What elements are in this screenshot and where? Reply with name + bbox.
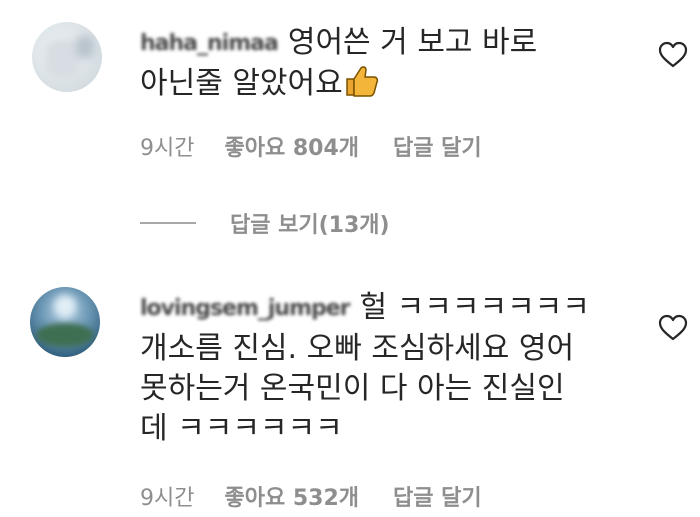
view-replies-label: 답글 보기(13개) (230, 213, 390, 238)
comment-line: 아닌줄 알았어요 (140, 66, 343, 101)
reply-button[interactable]: 답글 달기 (393, 130, 482, 162)
comment-time: 9시간 (140, 136, 195, 161)
heart-icon[interactable] (658, 41, 688, 69)
likes-count[interactable]: 좋아요 804개 (224, 130, 359, 162)
comment-line: 영어쓴 거 보고 바로 (287, 25, 538, 60)
comment-text: lovingsem_jumper 헐 ㅋㅋㅋㅋㅋㅋㅋ 개소름 진심. 오빠 조심하… (140, 288, 640, 449)
comment-meta: 9시간 좋아요 532개 답글 달기 (140, 480, 482, 512)
divider-line (140, 222, 196, 224)
avatar[interactable] (32, 22, 102, 92)
reply-button[interactable]: 답글 달기 (393, 480, 482, 512)
username[interactable]: lovingsem_jumper (140, 289, 351, 329)
comment-line: 데 ㅋㅋㅋㅋㅋㅋ (140, 411, 343, 446)
comment-time: 9시간 (140, 486, 195, 511)
thumbs-up-icon (346, 66, 378, 97)
comment-meta: 9시간 좋아요 804개 답글 달기 (140, 130, 482, 162)
comment-line: 개소름 진심. 오빠 조심하세요 영어 (140, 331, 575, 366)
comment-line: 헐 ㅋㅋㅋㅋㅋㅋㅋ (359, 290, 590, 325)
avatar[interactable] (30, 287, 100, 357)
view-replies-button[interactable]: 답글 보기(13개) (140, 206, 390, 240)
comment-line: 못하는거 온국민이 다 아는 진실인 (140, 371, 565, 406)
comment-text: haha_nimaa 영어쓴 거 보고 바로 아닌줄 알았어요 (140, 23, 610, 104)
heart-icon[interactable] (658, 314, 688, 342)
username[interactable]: haha_nimaa (140, 24, 279, 64)
likes-count[interactable]: 좋아요 532개 (224, 480, 359, 512)
